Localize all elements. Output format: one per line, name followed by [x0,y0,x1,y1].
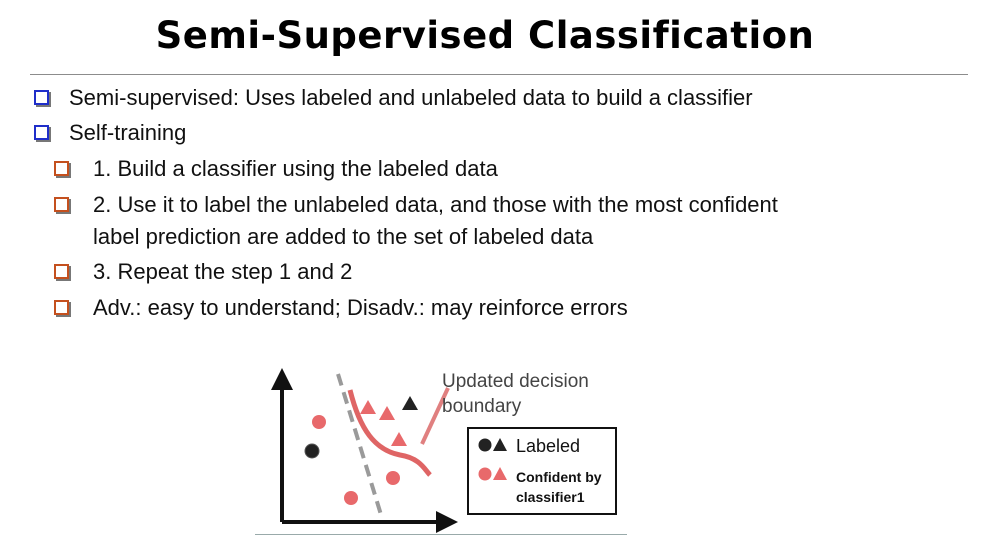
self-training-diagram: Updated decision boundary Labeled Confid… [271,368,617,533]
legend-confident-circle-icon [478,467,492,481]
confident-circle [386,471,400,485]
labeled-triangle [402,396,418,410]
confident-circle [312,415,326,429]
legend-confident-line1: Confident by [516,469,602,485]
slide-title: Semi-Supervised Classification [155,14,815,57]
checkbox-bullet-icon [54,300,69,315]
figure-underline [255,534,627,535]
confident-circle [344,491,358,505]
sub-bullet-step-2-line1: 2. Use it to label the unlabeled data, a… [93,192,778,217]
checkbox-bullet-icon [34,125,49,140]
sub-bullet-step-2-line2: label prediction are added to the set of… [93,224,594,249]
confident-triangle [360,400,376,414]
sub-bullet-pros-cons: Adv.: easy to understand; Disadv.: may r… [93,295,628,320]
checkbox-bullet-icon [54,161,69,176]
y-axis-arrow-icon [271,368,293,390]
annotation-line2: boundary [442,396,522,417]
bullet-self-training: Self-training [69,120,187,145]
title-divider [30,74,968,75]
checkbox-bullet-icon [34,90,49,105]
legend-labeled-circle-icon [478,438,492,452]
updated-boundary-curve [347,389,432,477]
sub-bullet-step-3: 3. Repeat the step 1 and 2 [93,259,353,284]
confident-triangle [379,406,395,420]
labeled-circle [304,443,320,459]
legend-labeled-label: Labeled [516,436,580,456]
bullet-semi-supervised: Semi-supervised: Uses labeled and unlabe… [69,85,753,110]
sub-bullet-step-1: 1. Build a classifier using the labeled … [93,156,498,181]
legend-confident-line2: classifier1 [516,489,585,505]
confident-triangle [391,432,407,446]
checkbox-bullet-icon [54,264,69,279]
checkbox-bullet-icon [54,197,69,212]
x-axis-arrow-icon [436,511,458,533]
annotation-line1: Updated decision [442,371,589,392]
